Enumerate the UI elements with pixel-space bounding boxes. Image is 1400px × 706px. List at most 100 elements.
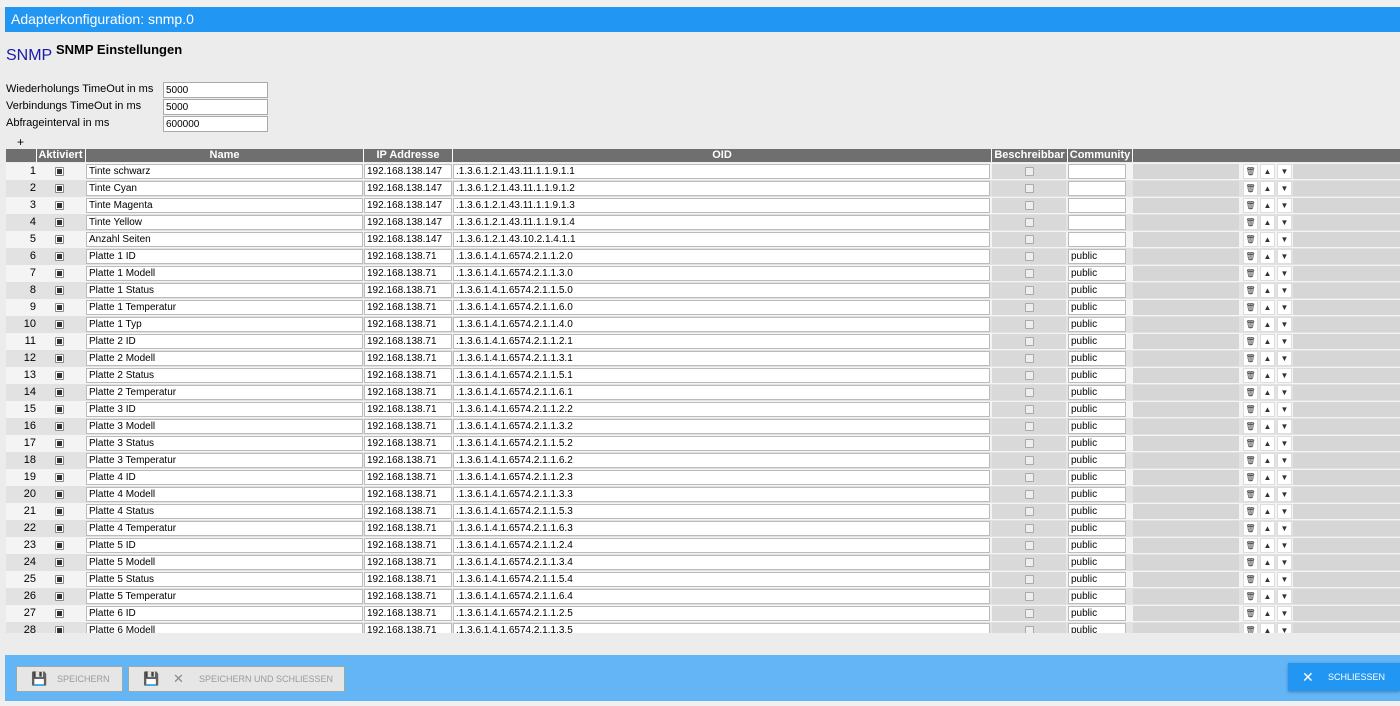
ip-input[interactable]: 192.168.138.71 — [364, 419, 452, 434]
community-input[interactable]: public — [1068, 368, 1126, 383]
oid-input[interactable]: .1.3.6.1.4.1.6574.2.1.1.5.1 — [453, 368, 990, 383]
col-header-oid[interactable]: OID — [452, 149, 991, 162]
col-header-ip[interactable]: IP Addresse — [363, 149, 452, 162]
arrow-up-icon[interactable]: ▲ — [1260, 606, 1275, 621]
trash-icon[interactable]: 🗑 — [1243, 521, 1258, 536]
col-header-beschreibbar[interactable]: Beschreibbar — [991, 149, 1067, 162]
community-input[interactable]: public — [1068, 453, 1126, 468]
beschreibbar-checkbox[interactable] — [1025, 371, 1034, 380]
arrow-down-icon[interactable]: ▼ — [1277, 283, 1292, 298]
ip-input[interactable]: 192.168.138.71 — [364, 453, 452, 468]
community-input[interactable] — [1068, 164, 1126, 179]
ip-input[interactable]: 192.168.138.71 — [364, 249, 452, 264]
trash-icon[interactable]: 🗑 — [1243, 606, 1258, 621]
community-input[interactable]: public — [1068, 606, 1126, 621]
trash-icon[interactable]: 🗑 — [1243, 402, 1258, 417]
beschreibbar-checkbox[interactable] — [1025, 558, 1034, 567]
ip-input[interactable]: 192.168.138.147 — [364, 181, 452, 196]
ip-input[interactable]: 192.168.138.71 — [364, 521, 452, 536]
trash-icon[interactable]: 🗑 — [1243, 283, 1258, 298]
beschreibbar-checkbox[interactable] — [1025, 235, 1034, 244]
name-input[interactable]: Platte 5 Status — [86, 572, 363, 587]
aktiviert-checkbox[interactable] — [55, 524, 64, 533]
oid-input[interactable]: .1.3.6.1.4.1.6574.2.1.1.6.4 — [453, 589, 990, 604]
beschreibbar-checkbox[interactable] — [1025, 337, 1034, 346]
beschreibbar-checkbox[interactable] — [1025, 541, 1034, 550]
ip-input[interactable]: 192.168.138.147 — [364, 232, 452, 247]
beschreibbar-checkbox[interactable] — [1025, 252, 1034, 261]
col-header-name[interactable]: Name — [85, 149, 363, 162]
arrow-up-icon[interactable]: ▲ — [1260, 300, 1275, 315]
name-input[interactable]: Platte 3 Modell — [86, 419, 363, 434]
arrow-down-icon[interactable]: ▼ — [1277, 572, 1292, 587]
arrow-down-icon[interactable]: ▼ — [1277, 334, 1292, 349]
aktiviert-checkbox[interactable] — [55, 269, 64, 278]
arrow-down-icon[interactable]: ▼ — [1277, 317, 1292, 332]
community-input[interactable]: public — [1068, 589, 1126, 604]
ip-input[interactable]: 192.168.138.71 — [364, 402, 452, 417]
aktiviert-checkbox[interactable] — [55, 558, 64, 567]
aktiviert-checkbox[interactable] — [55, 422, 64, 431]
name-input[interactable]: Platte 1 Status — [86, 283, 363, 298]
ip-input[interactable]: 192.168.138.147 — [364, 198, 452, 213]
arrow-up-icon[interactable]: ▲ — [1260, 589, 1275, 604]
oid-input[interactable]: .1.3.6.1.2.1.43.11.1.1.9.1.4 — [453, 215, 990, 230]
community-input[interactable]: public — [1068, 300, 1126, 315]
trash-icon[interactable]: 🗑 — [1243, 487, 1258, 502]
arrow-down-icon[interactable]: ▼ — [1277, 266, 1292, 281]
beschreibbar-checkbox[interactable] — [1025, 286, 1034, 295]
oid-input[interactable]: .1.3.6.1.4.1.6574.2.1.1.2.5 — [453, 606, 990, 621]
arrow-up-icon[interactable]: ▲ — [1260, 419, 1275, 434]
community-input[interactable]: public — [1068, 317, 1126, 332]
arrow-up-icon[interactable]: ▲ — [1260, 555, 1275, 570]
arrow-down-icon[interactable]: ▼ — [1277, 385, 1292, 400]
trash-icon[interactable]: 🗑 — [1243, 538, 1258, 553]
aktiviert-checkbox[interactable] — [55, 405, 64, 414]
ip-input[interactable]: 192.168.138.71 — [364, 351, 452, 366]
oid-input[interactable]: .1.3.6.1.4.1.6574.2.1.1.2.3 — [453, 470, 990, 485]
name-input[interactable]: Platte 6 Modell — [86, 623, 363, 633]
ip-input[interactable]: 192.168.138.71 — [364, 368, 452, 383]
name-input[interactable]: Tinte Cyan — [86, 181, 363, 196]
name-input[interactable]: Platte 5 Modell — [86, 555, 363, 570]
community-input[interactable]: public — [1068, 487, 1126, 502]
aktiviert-checkbox[interactable] — [55, 541, 64, 550]
arrow-down-icon[interactable]: ▼ — [1277, 504, 1292, 519]
arrow-down-icon[interactable]: ▼ — [1277, 623, 1292, 633]
oid-input[interactable]: .1.3.6.1.4.1.6574.2.1.1.6.1 — [453, 385, 990, 400]
poll-interval-input[interactable] — [163, 116, 268, 132]
connection-timeout-input[interactable] — [163, 99, 268, 115]
name-input[interactable]: Platte 2 Status — [86, 368, 363, 383]
arrow-down-icon[interactable]: ▼ — [1277, 300, 1292, 315]
trash-icon[interactable]: 🗑 — [1243, 300, 1258, 315]
aktiviert-checkbox[interactable] — [55, 286, 64, 295]
beschreibbar-checkbox[interactable] — [1025, 320, 1034, 329]
trash-icon[interactable]: 🗑 — [1243, 572, 1258, 587]
aktiviert-checkbox[interactable] — [55, 388, 64, 397]
arrow-down-icon[interactable]: ▼ — [1277, 181, 1292, 196]
aktiviert-checkbox[interactable] — [55, 184, 64, 193]
name-input[interactable]: Platte 3 ID — [86, 402, 363, 417]
beschreibbar-checkbox[interactable] — [1025, 218, 1034, 227]
ip-input[interactable]: 192.168.138.71 — [364, 300, 452, 315]
trash-icon[interactable]: 🗑 — [1243, 368, 1258, 383]
aktiviert-checkbox[interactable] — [55, 473, 64, 482]
aktiviert-checkbox[interactable] — [55, 167, 64, 176]
ip-input[interactable]: 192.168.138.71 — [364, 606, 452, 621]
arrow-up-icon[interactable]: ▲ — [1260, 504, 1275, 519]
aktiviert-checkbox[interactable] — [55, 252, 64, 261]
arrow-up-icon[interactable]: ▲ — [1260, 368, 1275, 383]
arrow-down-icon[interactable]: ▼ — [1277, 606, 1292, 621]
arrow-up-icon[interactable]: ▲ — [1260, 521, 1275, 536]
name-input[interactable]: Platte 2 Modell — [86, 351, 363, 366]
ip-input[interactable]: 192.168.138.71 — [364, 487, 452, 502]
aktiviert-checkbox[interactable] — [55, 439, 64, 448]
oid-input[interactable]: .1.3.6.1.4.1.6574.2.1.1.3.3 — [453, 487, 990, 502]
beschreibbar-checkbox[interactable] — [1025, 303, 1034, 312]
aktiviert-checkbox[interactable] — [55, 490, 64, 499]
name-input[interactable]: Tinte Magenta — [86, 198, 363, 213]
ip-input[interactable]: 192.168.138.71 — [364, 470, 452, 485]
name-input[interactable]: Platte 1 Typ — [86, 317, 363, 332]
oid-input[interactable]: .1.3.6.1.4.1.6574.2.1.1.2.0 — [453, 249, 990, 264]
aktiviert-checkbox[interactable] — [55, 337, 64, 346]
